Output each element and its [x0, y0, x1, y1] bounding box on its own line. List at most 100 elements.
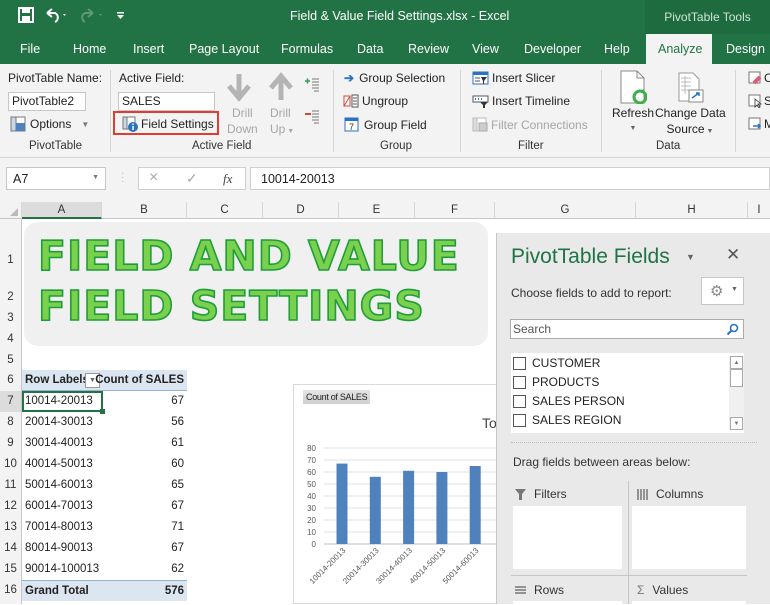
- tab-insert[interactable]: Insert: [133, 34, 164, 64]
- pivot-chart[interactable]: Count of SALES To 0 10 20 30 40 50 60 70 80 10014…: [293, 384, 504, 604]
- column-header[interactable]: E: [339, 202, 415, 219]
- clear-button[interactable]: C: [748, 71, 770, 85]
- pivot-row-value[interactable]: 62: [171, 559, 184, 580]
- save-icon[interactable]: [18, 7, 34, 23]
- pivot-row[interactable]: 40014-50013 60: [22, 454, 187, 475]
- field-item[interactable]: PRODUCTS: [513, 375, 599, 389]
- move-pivottable-button[interactable]: M: [748, 117, 770, 131]
- tab-help[interactable]: Help: [604, 34, 630, 64]
- scroll-down-button[interactable]: ▼: [730, 417, 743, 430]
- insert-function-icon[interactable]: fx: [223, 171, 232, 187]
- select-button[interactable]: S: [748, 94, 770, 108]
- row-header[interactable]: 8: [0, 412, 22, 433]
- field-settings-button[interactable]: Field Settings: [122, 116, 214, 132]
- select-all-corner[interactable]: [0, 202, 22, 219]
- tab-view[interactable]: View: [472, 34, 499, 64]
- row-header[interactable]: 2: [0, 277, 22, 308]
- tab-home[interactable]: Home: [73, 34, 106, 64]
- pivot-row-value[interactable]: 61: [171, 433, 184, 454]
- column-header[interactable]: I: [748, 202, 770, 219]
- pivot-row-label[interactable]: 70014-80013: [25, 517, 93, 538]
- pivot-row-label[interactable]: 90014-100013: [25, 559, 99, 580]
- group-selection-button[interactable]: ➔ Group Selection: [344, 71, 445, 85]
- tab-review[interactable]: Review: [408, 34, 449, 64]
- chart-bar[interactable]: [369, 476, 381, 544]
- row-header[interactable]: 12: [0, 496, 22, 517]
- pivot-row[interactable]: 60014-70013 67: [22, 496, 187, 517]
- pivot-row-label[interactable]: 60014-70013: [25, 496, 93, 517]
- filters-drop-area[interactable]: [513, 506, 622, 569]
- group-field-button[interactable]: 7 Group Field: [344, 117, 427, 132]
- row-header[interactable]: 13: [0, 517, 22, 538]
- selected-cell[interactable]: [22, 391, 105, 414]
- pivot-row-label[interactable]: 30014-40013: [25, 433, 93, 454]
- field-checkbox[interactable]: [513, 394, 526, 408]
- ungroup-button[interactable]: Ungroup: [343, 94, 408, 108]
- tab-file[interactable]: File: [20, 34, 40, 64]
- tools-dropdown-button[interactable]: ⚙ ▼: [701, 277, 744, 305]
- pivot-row-value[interactable]: 56: [171, 412, 184, 433]
- row-header[interactable]: 4: [0, 329, 22, 350]
- scroll-up-button[interactable]: ▲: [730, 356, 743, 369]
- columns-drop-area[interactable]: [632, 506, 746, 569]
- active-field-input[interactable]: SALES: [118, 92, 215, 111]
- column-header[interactable]: D: [263, 202, 339, 219]
- pivot-row-value[interactable]: 67: [171, 496, 184, 517]
- field-checkbox[interactable]: [513, 356, 526, 370]
- pivot-row-label[interactable]: 50014-60013: [25, 475, 93, 496]
- tab-analyze[interactable]: Analyze: [646, 34, 712, 64]
- column-header[interactable]: C: [187, 202, 263, 219]
- tab-design[interactable]: Design: [726, 34, 765, 64]
- formula-bar-grip[interactable]: · · ·: [121, 169, 124, 187]
- formula-input[interactable]: 10014-20013: [250, 167, 770, 190]
- pivot-row[interactable]: 80014-90013 67: [22, 538, 187, 559]
- filter-connections-button[interactable]: Filter Connections: [472, 117, 588, 132]
- chart-bar[interactable]: [436, 472, 448, 544]
- row-header[interactable]: 10: [0, 454, 22, 475]
- row-header[interactable]: 15: [0, 559, 22, 580]
- row-header[interactable]: 6: [0, 370, 22, 391]
- chevron-down-icon[interactable]: ▼: [92, 174, 99, 181]
- pivot-row[interactable]: 50014-60013 65: [22, 475, 187, 496]
- name-box[interactable]: A7 ▼: [6, 167, 106, 190]
- column-header[interactable]: G: [495, 202, 636, 219]
- customize-qat-icon[interactable]: [116, 9, 126, 21]
- column-header[interactable]: B: [102, 202, 187, 219]
- title-banner-shape[interactable]: FIELD AND VALUE FIELD SETTINGS: [24, 222, 488, 346]
- row-header[interactable]: 14: [0, 538, 22, 559]
- row-header[interactable]: 9: [0, 433, 22, 454]
- tab-data[interactable]: Data: [357, 34, 383, 64]
- pivot-row-label[interactable]: 20014-30013: [25, 412, 93, 433]
- cancel-icon[interactable]: ×: [149, 169, 158, 187]
- fill-handle[interactable]: [100, 409, 105, 414]
- row-header[interactable]: 1: [0, 219, 22, 277]
- pivot-row[interactable]: 20014-30013 56: [22, 412, 187, 433]
- scroll-thumb[interactable]: [730, 369, 743, 387]
- pivot-row-value[interactable]: 60: [171, 454, 184, 475]
- drill-up-button[interactable]: Drill Up ▼: [270, 105, 294, 140]
- chart-bar[interactable]: [403, 470, 415, 544]
- collapse-field-icon[interactable]: [304, 108, 320, 124]
- pivot-row[interactable]: 30014-40013 61: [22, 433, 187, 454]
- pivot-row-value[interactable]: 67: [171, 538, 184, 559]
- pivot-row-value[interactable]: 71: [171, 517, 184, 538]
- field-checkbox[interactable]: [513, 413, 526, 427]
- undo-icon[interactable]: [44, 7, 70, 23]
- options-button[interactable]: Options ▼: [10, 116, 89, 132]
- enter-icon[interactable]: ✓: [186, 170, 198, 187]
- refresh-button[interactable]: Refresh ▼: [612, 105, 654, 137]
- chart-bar[interactable]: [336, 463, 348, 544]
- pivot-row-label[interactable]: 80014-90013: [25, 538, 93, 559]
- close-icon[interactable]: ✕: [726, 245, 740, 265]
- row-header[interactable]: 16: [0, 580, 22, 601]
- tab-developer[interactable]: Developer: [524, 34, 581, 64]
- search-icon[interactable]: [726, 323, 739, 336]
- tab-formulas[interactable]: Formulas: [281, 34, 333, 64]
- pivot-row-value[interactable]: 67: [171, 391, 184, 412]
- column-header[interactable]: A: [22, 202, 102, 219]
- column-header[interactable]: H: [636, 202, 748, 219]
- pivot-row[interactable]: 90014-100013 62: [22, 559, 187, 580]
- field-item[interactable]: CUSTOMER: [513, 356, 600, 370]
- insert-timeline-button[interactable]: Insert Timeline: [472, 94, 570, 108]
- column-header[interactable]: F: [415, 202, 495, 219]
